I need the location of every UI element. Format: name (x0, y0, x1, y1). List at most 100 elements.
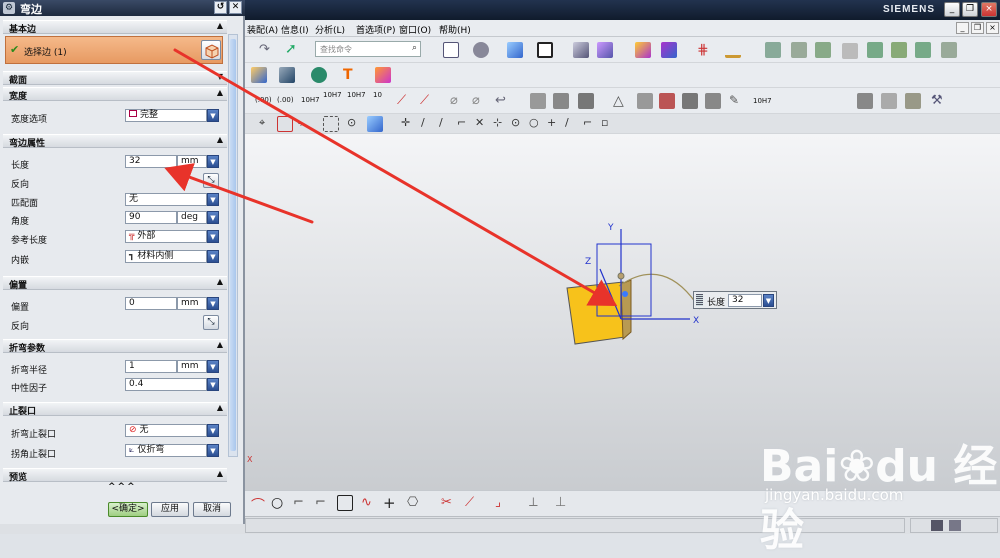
dialog-close-icon[interactable]: ✕ (229, 1, 242, 14)
diameter-2-icon[interactable]: ⌀ (472, 93, 488, 109)
sheet-part-3-icon[interactable] (815, 42, 831, 58)
redo-icon[interactable]: ↷ (259, 42, 275, 58)
offset-input[interactable]: 0 (125, 297, 177, 310)
bend-radius-unit[interactable]: mm (177, 360, 207, 373)
close-window-button[interactable]: × (981, 2, 997, 17)
trim-icon[interactable]: ✂ (441, 495, 457, 511)
angle-input[interactable]: 90 (125, 211, 177, 224)
chevron-up-icon[interactable]: ▲ (217, 340, 223, 349)
offset-unit[interactable]: mm (177, 297, 207, 310)
select-pointer-icon[interactable]: ➚ (285, 41, 301, 57)
drag-handle-point[interactable] (617, 272, 625, 280)
flange-feature-icon[interactable] (375, 67, 391, 83)
neutral-factor-dropdown-icon[interactable]: ▼ (207, 378, 219, 391)
offset-unit-dropdown-icon[interactable]: ▼ (207, 297, 219, 310)
menu-window[interactable]: 窗口(O) (399, 23, 431, 36)
neutral-factor-input[interactable]: 0.4 (125, 378, 207, 391)
chevron-up-icon[interactable]: ▲ (217, 21, 223, 30)
curve-icon[interactable] (279, 67, 295, 83)
surface-3-icon[interactable] (578, 93, 594, 109)
onscreen-length-field[interactable]: 32 (728, 294, 762, 307)
dialog-scrollbar[interactable] (228, 34, 238, 457)
measure-icon[interactable] (725, 42, 741, 58)
length-input[interactable]: 32 (125, 155, 177, 168)
existing-point-icon[interactable]: + (547, 116, 563, 132)
pick-icon[interactable]: ⤷ (297, 116, 313, 132)
on-face-icon[interactable]: ⌐ (583, 116, 599, 132)
sheet-part-5-icon[interactable] (867, 42, 883, 58)
section-base-edge[interactable]: 基本边 ▲ (3, 20, 227, 35)
cancel-button[interactable]: 取消 (193, 502, 231, 517)
match-face-select[interactable]: 无 (125, 193, 207, 206)
dimension-label-4[interactable]: 10H7 (323, 91, 342, 99)
point-icon[interactable]: + (383, 494, 399, 512)
surface-7-icon[interactable] (705, 93, 721, 109)
rectangle-icon[interactable] (337, 495, 353, 511)
angle-unit-dropdown-icon[interactable]: ▼ (207, 211, 219, 224)
sheet-part-2-icon[interactable] (791, 42, 807, 58)
annotation-icon[interactable]: ✎ (729, 93, 745, 109)
sheet-part-4-icon[interactable] (842, 43, 858, 59)
origin-handle[interactable] (622, 291, 628, 297)
curve-rule-icon[interactable]: ⊙ (347, 116, 363, 132)
corner-icon[interactable]: ⌟ (495, 495, 511, 511)
leader-2-icon[interactable]: ⟋ (420, 93, 436, 109)
point-snap-icon[interactable]: ✛ (401, 116, 417, 132)
select-edge-field[interactable]: ✔ 选择边 (1) (5, 36, 223, 64)
menu-help[interactable]: 帮助(H) (439, 23, 471, 36)
angle-unit[interactable]: deg (177, 211, 207, 224)
surface-2-icon[interactable] (553, 93, 569, 109)
wcs-icon[interactable] (661, 42, 677, 58)
sheet-icon[interactable] (881, 93, 897, 109)
chevron-up-icon[interactable]: ▲ (217, 135, 223, 144)
length-unit[interactable]: mm (177, 155, 207, 168)
inner-close-button[interactable]: × (986, 22, 999, 34)
cylinder-icon[interactable] (857, 93, 873, 109)
inset-select[interactable]: ┓ 材料内侧 (125, 250, 207, 263)
reverse-direction-icon[interactable]: ⤡ (203, 173, 219, 188)
dimension-label-5[interactable]: 10H7 (347, 91, 366, 99)
width-option-dropdown-icon[interactable]: ▼ (207, 109, 219, 122)
tangent-icon[interactable]: ⊹ (493, 116, 509, 132)
endpoint-icon[interactable]: / (421, 116, 437, 132)
inner-minimize-button[interactable]: _ (956, 22, 969, 34)
section-profile[interactable]: 截面 ▼ (3, 71, 227, 86)
layer-icon[interactable] (597, 42, 613, 58)
flange-dialog-titlebar[interactable]: ⚙ 弯边 ↺ ✕ (0, 0, 245, 16)
menu-analysis[interactable]: 分析(L) (315, 23, 345, 36)
section-offset[interactable]: 偏置 ▲ (3, 276, 227, 291)
circle-icon[interactable]: ○ (271, 495, 287, 511)
bend-radius-input[interactable]: 1 (125, 360, 177, 373)
arc-icon[interactable]: ⌒ (251, 495, 267, 514)
corner-relief-select[interactable]: ⟀ 仅折弯 (125, 444, 207, 457)
coil-icon[interactable] (905, 93, 921, 109)
sheet-part-7-icon[interactable] (915, 42, 931, 58)
intersection-icon[interactable]: ✕ (475, 116, 491, 132)
minimize-button[interactable]: _ (944, 2, 960, 17)
command-search-input[interactable]: 查找命令 ⌕ (315, 41, 421, 57)
ok-button[interactable]: <确定> (108, 502, 148, 517)
center-icon[interactable]: ⊙ (511, 116, 527, 132)
chevron-up-icon[interactable]: ▲ (217, 277, 223, 286)
reference-length-dropdown-icon[interactable]: ▼ (207, 230, 219, 243)
gear-icon[interactable]: ⚙ (3, 2, 15, 14)
grid-icon[interactable]: ⋕ (697, 42, 713, 58)
offset-reverse-icon[interactable]: ⤡ (203, 315, 219, 330)
restore-button[interactable]: ❐ (962, 2, 978, 17)
section-bend-parameters[interactable]: 折弯参数 ▲ (3, 339, 227, 354)
section-width[interactable]: 宽度 ▲ (3, 87, 227, 102)
orient-view-icon[interactable] (473, 42, 489, 58)
section-flange-properties[interactable]: 弯边属性 ▲ (3, 134, 227, 149)
surface-5-icon[interactable] (659, 93, 675, 109)
tab-feature-icon[interactable]: T (343, 67, 359, 83)
chamfer-icon[interactable]: ⌐ (315, 495, 331, 511)
bounded-grid-icon[interactable]: ▫ (601, 116, 617, 132)
section-preview[interactable]: 预览 ▲ (3, 468, 227, 483)
menu-info[interactable]: 信息(I) (281, 23, 309, 36)
diameter-icon[interactable]: ⌀ (450, 93, 466, 109)
chevron-up-icon[interactable]: ▲ (217, 403, 223, 412)
sketch-icon[interactable] (251, 67, 267, 83)
apply-button[interactable]: 应用 (151, 502, 189, 517)
width-option-select[interactable]: 完整 (125, 109, 207, 122)
body-select-icon[interactable] (367, 116, 383, 132)
